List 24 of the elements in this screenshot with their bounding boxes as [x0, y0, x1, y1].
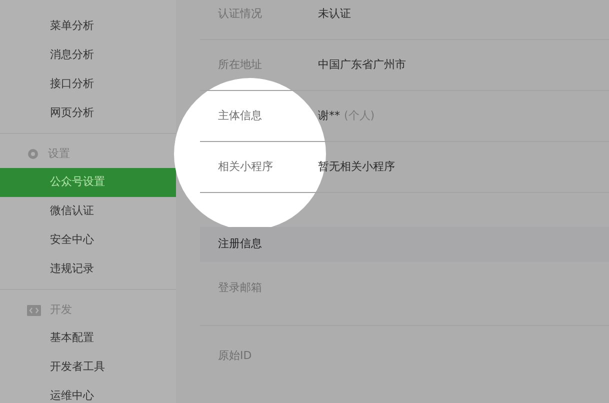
field-value: 谢** [318, 108, 340, 124]
field-label: 所在地址 [218, 56, 263, 73]
section-header: 注册信息 [200, 227, 609, 262]
sidebar-item[interactable]: 微信认证 [0, 197, 176, 226]
gear-icon [27, 148, 39, 160]
field-value: 未认证 [318, 6, 351, 22]
sidebar-item[interactable]: 网页分析 [0, 99, 176, 128]
sidebar-item[interactable]: 消息分析 [0, 41, 176, 70]
field-label: 原始ID [218, 348, 253, 364]
field-value: 暂无相关小程序 [318, 158, 395, 175]
field-label: 登录邮箱 [218, 280, 263, 296]
field-value: 中国广东省广州市 [318, 56, 406, 73]
field-label: 认证情况 [218, 6, 263, 22]
sidebar-item[interactable]: 运维中心 [0, 382, 176, 403]
sidebar-item[interactable]: 基本配置 [0, 324, 176, 353]
sidebar-item[interactable]: 开发者工具 [0, 353, 176, 382]
sidebar-item[interactable]: 菜单分析 [0, 12, 176, 41]
sidebar-item[interactable]: 安全中心 [0, 226, 176, 255]
field-label: 相关小程序 [218, 158, 274, 175]
sidebar-item[interactable]: 接口分析 [0, 70, 176, 99]
field-label: 主体信息 [218, 108, 263, 124]
sidebar-item[interactable]: 公众号设置 [0, 168, 176, 197]
sidebar-item[interactable]: 违规记录 [0, 255, 176, 284]
code-icon [27, 304, 41, 316]
